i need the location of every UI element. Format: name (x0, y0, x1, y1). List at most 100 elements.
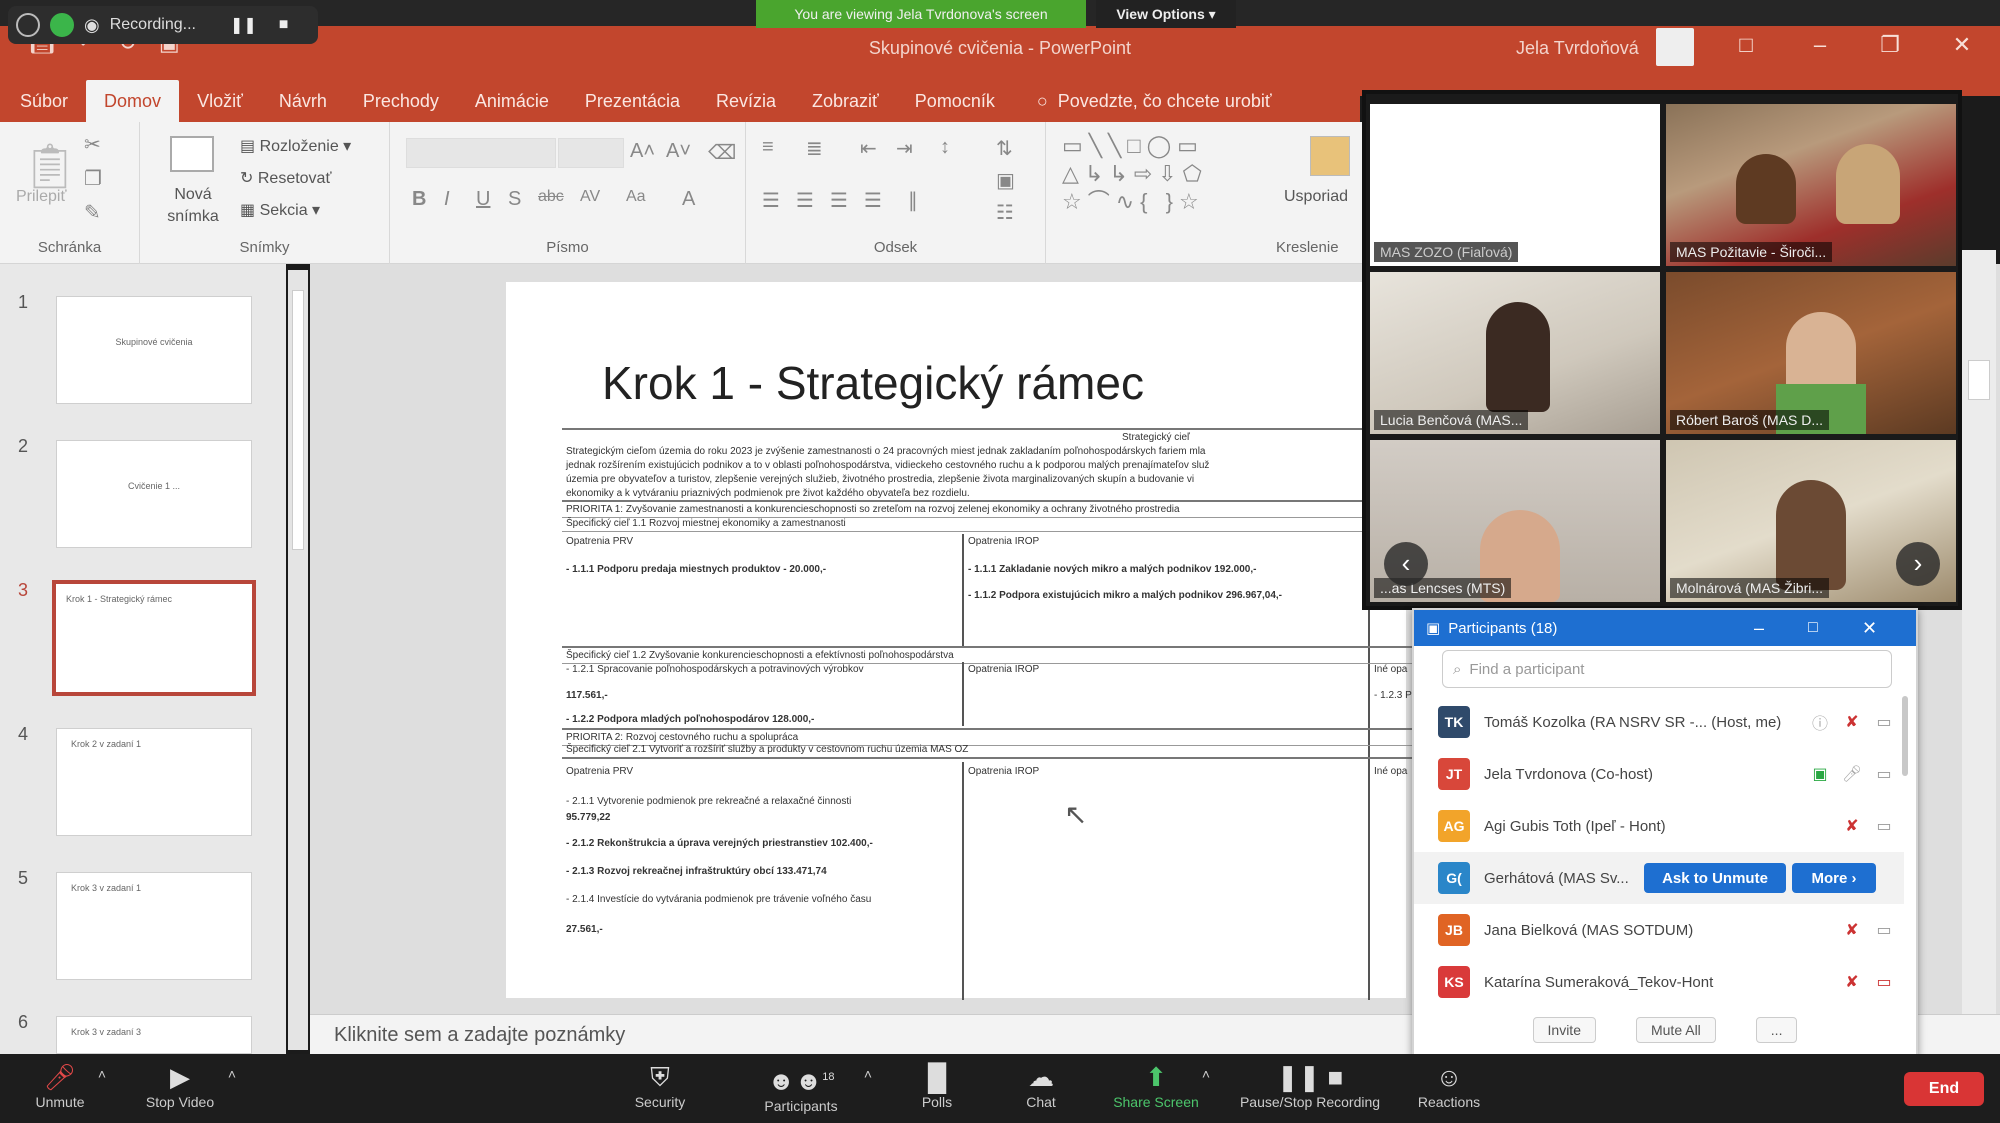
more-options-button[interactable]: ... (1755, 1017, 1798, 1043)
text-direction-icon[interactable]: ⇅ (996, 136, 1013, 161)
new-slide-icon[interactable] (170, 136, 214, 172)
participant-row[interactable]: G( Gerhátová (MAS Sv... Ask to Unmute Mo… (1414, 852, 1904, 904)
shadow-icon[interactable]: S (508, 188, 521, 211)
slide-thumbnail[interactable]: Krok 3 v zadaní 1 (56, 872, 252, 980)
mute-all-button[interactable]: Mute All (1635, 1017, 1716, 1043)
align-right-icon[interactable]: ☰ (830, 188, 848, 213)
pause-stop-recording-button[interactable]: ❚❚ ■ Pause/Stop Recording (1226, 1060, 1394, 1120)
tell-me-search[interactable]: ○ Povedzte, čo chcete urobiť (1013, 91, 1272, 112)
section-button[interactable]: ▦ Sekcia ▾ (240, 200, 320, 220)
tab-transitions[interactable]: Prechody (345, 80, 457, 122)
participants-scrollbar[interactable] (1902, 696, 1908, 776)
video-tile[interactable]: MAS ZOZO (Fiaľová) (1370, 104, 1660, 266)
align-left-icon[interactable]: ☰ (762, 188, 780, 213)
view-options-button[interactable]: View Options ▾ (1096, 0, 1236, 28)
char-spacing-icon[interactable]: AV (580, 188, 600, 206)
video-tile[interactable]: MAS Požitavie - Široči... (1666, 104, 1956, 266)
paste-button[interactable]: Prilepiť (16, 188, 66, 206)
current-slide[interactable]: Krok 1 - Strategický rámec Strategický c… (506, 282, 1422, 1000)
close-icon[interactable]: ✕ (1862, 618, 1877, 639)
video-tile[interactable]: Róbert Baroš (MAS D... (1666, 272, 1956, 434)
font-size-select[interactable] (558, 138, 624, 168)
layout-button[interactable]: ▤ Rozloženie ▾ (240, 136, 351, 156)
info-icon[interactable] (16, 13, 40, 37)
tab-help[interactable]: Pomocník (897, 80, 1013, 122)
signed-in-user[interactable]: Jela Tvrdoňová (1516, 38, 1639, 59)
previous-page-icon[interactable]: ‹ (1384, 542, 1428, 586)
restore-icon[interactable]: ❐ (1870, 32, 1910, 62)
bullets-icon[interactable]: ≡ (762, 136, 774, 159)
shapes-gallery-icon[interactable]: ▭╲╲□◯▭ △↳↳⇨⇩⬠ ☆⌒∿{ }☆ (1062, 132, 1282, 216)
participant-row[interactable]: KS Katarína Sumeraková_Tekov-Hont ✘ ▭ (1414, 956, 1904, 1008)
arrange-button[interactable]: Usporiad (1284, 188, 1348, 206)
unmute-button[interactable]: 🎤︎ Unmute (20, 1060, 100, 1120)
ask-to-unmute-button[interactable]: Ask to Unmute (1644, 863, 1786, 893)
slide-thumbnail[interactable]: Skupinové cvičenia (56, 296, 252, 404)
tab-insert[interactable]: Vložiť (179, 80, 261, 122)
participant-row[interactable]: TK Tomáš Kozolka (RA NSRV SR -... (Host,… (1414, 696, 1904, 748)
tab-home[interactable]: Domov (86, 80, 180, 122)
participants-chevron-icon[interactable]: ˄ (858, 1066, 878, 1123)
participant-row[interactable]: AG Agi Gubis Toth (Ipeľ - Hont) ✘ ▭ (1414, 800, 1904, 852)
scrollbar-thumb[interactable] (1968, 360, 1990, 400)
italic-icon[interactable]: I (444, 188, 450, 211)
minimize-icon[interactable]: – (1754, 618, 1764, 639)
participant-row[interactable]: JT Jela Tvrdonova (Co-host) ▣ 🎤︎ ▭ (1414, 748, 1904, 800)
audio-options-chevron-icon[interactable]: ˄ (92, 1066, 112, 1123)
decrease-indent-icon[interactable]: ⇤ (860, 136, 877, 161)
tab-view[interactable]: Zobraziť (794, 80, 897, 122)
polls-button[interactable]: ▐▌ Polls (902, 1060, 972, 1120)
tab-animations[interactable]: Animácie (457, 80, 567, 122)
share-options-chevron-icon[interactable]: ˄ (1196, 1066, 1216, 1123)
slide-scrollbar[interactable] (1962, 250, 1996, 1040)
notes-placeholder[interactable]: Kliknite sem a zadajte poznámky (334, 1024, 625, 1047)
ribbon-display-options-icon[interactable]: □ (1726, 32, 1766, 62)
participant-row[interactable]: JB Jana Bielková (MAS SOTDUM) ✘ ▭ (1414, 904, 1904, 956)
underline-icon[interactable]: U (476, 188, 490, 211)
mic-muted-icon[interactable]: ✘ (1840, 712, 1864, 732)
clear-format-icon[interactable]: ⌫ (708, 140, 736, 165)
slide-thumbnail[interactable]: Cvičenie 1 ... (56, 440, 252, 548)
numbering-icon[interactable]: ≣ (806, 136, 823, 161)
align-center-icon[interactable]: ☰ (796, 188, 814, 213)
scrollbar-thumb[interactable] (292, 290, 304, 550)
reset-button[interactable]: ↻ Resetovať (240, 168, 331, 188)
copy-icon[interactable]: ❐ (84, 166, 102, 191)
strategy-table[interactable]: Strategický cieľ Strategickým cieľom úze… (562, 428, 1422, 1000)
columns-icon[interactable]: ∥ (908, 188, 918, 213)
format-painter-icon[interactable]: ✎ (84, 200, 101, 225)
chat-button[interactable]: ☁ Chat (1006, 1060, 1076, 1120)
justify-icon[interactable]: ☰ (864, 188, 882, 213)
font-family-select[interactable] (406, 138, 556, 168)
increase-indent-icon[interactable]: ⇥ (896, 136, 913, 161)
mic-icon[interactable]: 🎤︎ (1840, 764, 1864, 784)
end-meeting-button[interactable]: End (1904, 1072, 1984, 1106)
maximize-icon[interactable]: □ (1808, 619, 1818, 637)
shield-icon[interactable] (50, 13, 74, 37)
font-color-icon[interactable]: A (682, 188, 695, 211)
tab-design[interactable]: Návrh (261, 80, 345, 122)
mic-muted-icon[interactable]: ✘ (1840, 972, 1864, 992)
video-options-chevron-icon[interactable]: ˄ (222, 1066, 242, 1123)
tab-file[interactable]: Súbor (0, 80, 86, 122)
user-avatar[interactable] (1656, 28, 1694, 66)
video-tile[interactable]: Lucia Benčová (MAS... (1370, 272, 1660, 434)
share-screen-button[interactable]: ⬆ Share Screen (1104, 1060, 1208, 1120)
thumbnails-scrollbar[interactable] (288, 270, 308, 1050)
strikethrough-icon[interactable]: abc (538, 188, 564, 206)
slide-title[interactable]: Krok 1 - Strategický rámec (602, 356, 1144, 410)
slide-thumbnail[interactable]: Krok 3 v zadaní 3 (56, 1016, 252, 1054)
change-case-icon[interactable]: Aa (626, 188, 646, 206)
participant-search-input[interactable]: ⌕ Find a participant (1442, 650, 1892, 688)
increase-font-icon[interactable]: A˄ (630, 140, 655, 163)
close-icon[interactable]: ✕ (1942, 32, 1982, 62)
minimize-icon[interactable]: – (1800, 32, 1840, 62)
cut-icon[interactable]: ✂ (84, 132, 101, 157)
slide-thumbnail[interactable]: Krok 2 v zadaní 1 (56, 728, 252, 836)
decrease-font-icon[interactable]: A˅ (666, 140, 691, 163)
tab-review[interactable]: Revízia (698, 80, 794, 122)
stop-recording-icon[interactable]: ■ (279, 16, 289, 34)
mic-muted-icon[interactable]: ✘ (1840, 920, 1864, 940)
pause-recording-icon[interactable]: ❚❚ (230, 15, 257, 35)
invite-button[interactable]: Invite (1532, 1017, 1596, 1043)
